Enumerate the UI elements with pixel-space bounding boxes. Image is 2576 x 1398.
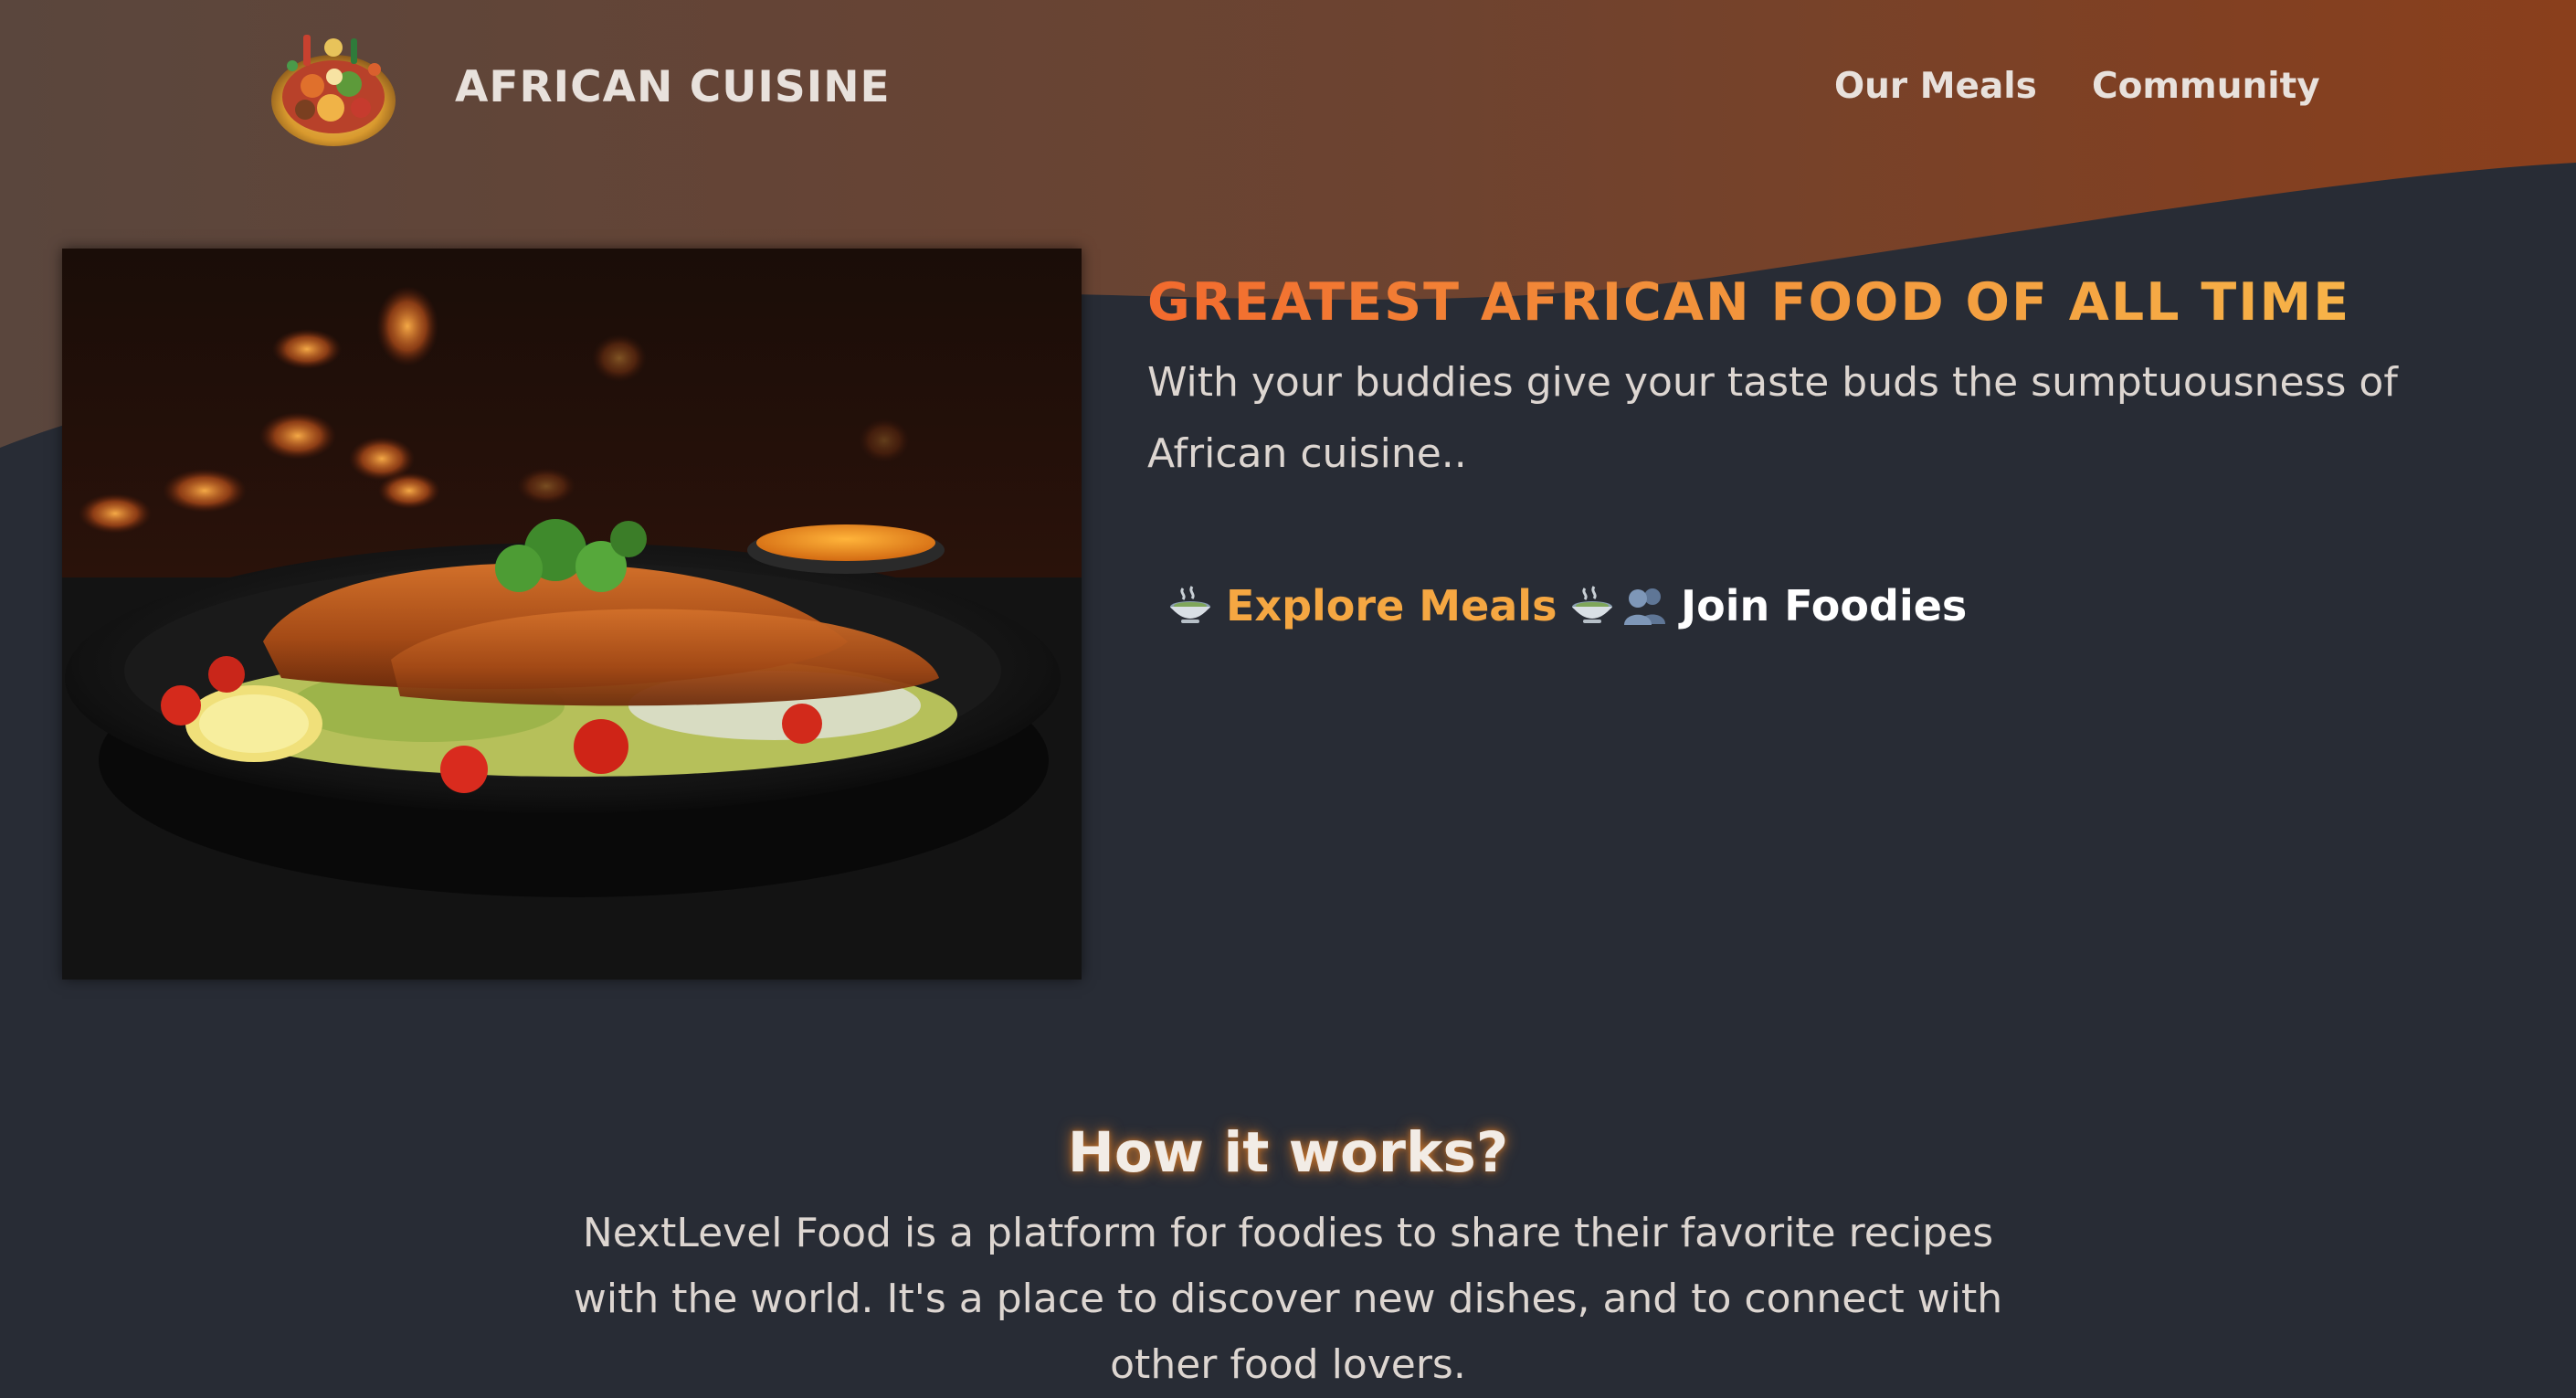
hero-food-image <box>62 249 1082 980</box>
people-icon <box>1624 588 1665 625</box>
join-foodies-label: Join Foodies <box>1681 581 1968 630</box>
soup-bowl-icon <box>1170 586 1210 623</box>
hero-subtitle: With your buddies give your taste buds t… <box>1147 359 2398 477</box>
hero-title: GREATEST AFRICAN FOOD OF ALL TIME <box>1147 272 2351 333</box>
soup-bowl-icon <box>1572 586 1613 623</box>
explore-meals-label: Explore Meals <box>1226 581 1557 630</box>
logo-link[interactable] <box>267 24 400 150</box>
explore-meals-button[interactable]: Explore Meals <box>1167 581 1615 630</box>
nav-link-our-meals[interactable]: Our Meals <box>1834 66 2037 107</box>
site-header: AFRICAN CUISINE Our Meals Community <box>0 0 2576 183</box>
how-it-works-title: How it works? <box>1067 1120 1509 1185</box>
site-logo-text[interactable]: AFRICAN CUISINE <box>455 62 891 112</box>
food-platter-logo <box>271 35 396 146</box>
how-it-works-text: NextLevel Food is a platform for foodies… <box>573 1210 2003 1388</box>
join-foodies-button[interactable]: Join Foodies <box>1622 581 1967 630</box>
page: AFRICAN CUISINE Our Meals Community GREA… <box>0 0 2576 1398</box>
nav-link-community[interactable]: Community <box>2092 66 2320 107</box>
